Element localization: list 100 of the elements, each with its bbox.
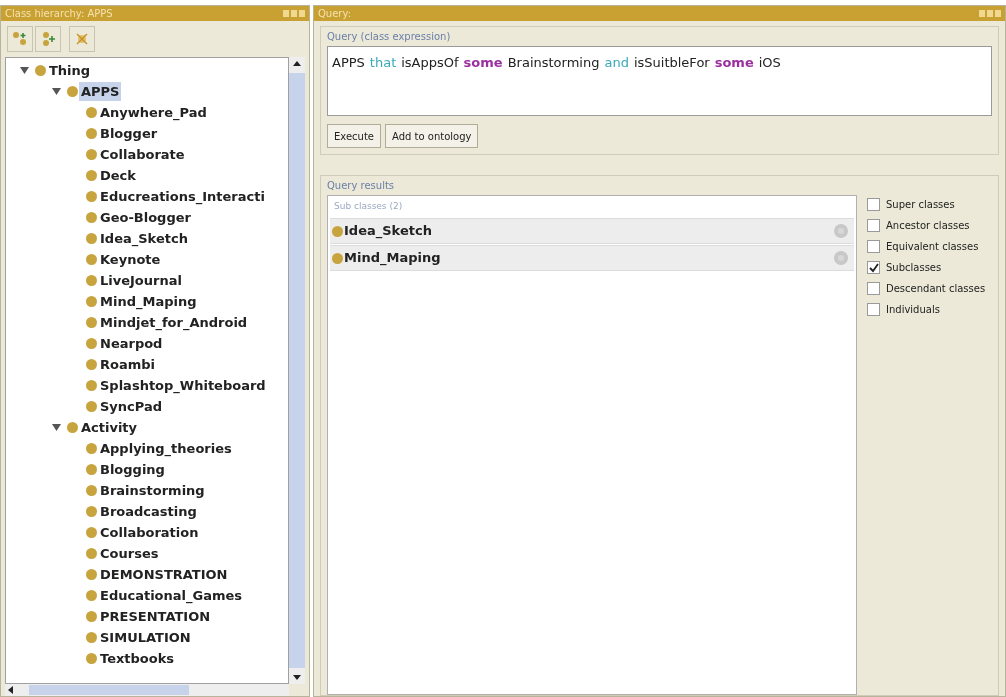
- class-icon: [86, 149, 97, 160]
- query-token: some: [463, 54, 503, 72]
- tree-item[interactable]: Keynote: [98, 249, 163, 270]
- query-token: some: [714, 54, 754, 72]
- tree-item[interactable]: Activity: [79, 417, 140, 438]
- result-row[interactable]: Idea_Sketch: [330, 218, 854, 244]
- tree-item[interactable]: SyncPad: [98, 396, 165, 417]
- add-subclass-icon: [12, 31, 28, 47]
- tree-item[interactable]: Roambi: [98, 354, 158, 375]
- tree-item[interactable]: Collaboration: [98, 522, 201, 543]
- tree-item[interactable]: Splashtop_Whiteboard: [98, 375, 268, 396]
- tree-item[interactable]: Blogger: [98, 123, 160, 144]
- checkbox-label: Ancestor classes: [886, 219, 970, 233]
- class-icon: [86, 191, 97, 202]
- checkbox-label: Subclasses: [886, 261, 942, 275]
- class-icon: [86, 170, 97, 181]
- group-title: Query (class expression): [327, 30, 452, 44]
- class-icon: [86, 296, 97, 307]
- query-token: isAppsOf: [401, 54, 459, 72]
- class-icon: [86, 443, 97, 454]
- class-icon: [86, 107, 97, 118]
- class-icon: [86, 254, 97, 265]
- tree-item[interactable]: Mind_Maping: [98, 291, 199, 312]
- checkbox[interactable]: [867, 240, 880, 253]
- tree-item[interactable]: Idea_Sketch: [98, 228, 190, 249]
- tree-item[interactable]: Collaborate: [98, 144, 187, 165]
- tree-item[interactable]: Geo-Blogger: [98, 207, 193, 228]
- tree-item[interactable]: Mindjet_for_Android: [98, 312, 250, 333]
- result-label: Idea_Sketch: [344, 222, 433, 241]
- query-button[interactable]: Execute: [327, 124, 381, 148]
- class-icon: [86, 485, 97, 496]
- tree-item[interactable]: Educreations_Interacti: [98, 186, 267, 207]
- class-icon: [86, 590, 97, 601]
- checkbox-label: Descendant classes: [886, 282, 986, 296]
- tree-item[interactable]: Deck: [98, 165, 138, 186]
- tree-item[interactable]: PRESENTATION: [98, 606, 213, 627]
- query-token: isSuitbleFor: [633, 54, 710, 72]
- class-icon: [86, 548, 97, 559]
- class-icon: [86, 464, 97, 475]
- window-controls-icon[interactable]: [979, 9, 1001, 18]
- tree-item[interactable]: LiveJournal: [98, 270, 184, 291]
- class-icon: [86, 653, 97, 664]
- checkbox[interactable]: [867, 198, 880, 211]
- tree-item[interactable]: APPS: [79, 81, 122, 102]
- result-row[interactable]: Mind_Maping: [330, 245, 854, 271]
- tree-item[interactable]: Nearpod: [98, 333, 165, 354]
- class-icon: [86, 317, 97, 328]
- tree-item[interactable]: Textbooks: [98, 648, 177, 669]
- checkbox-label: Equivalent classes: [886, 240, 979, 254]
- info-circle-icon[interactable]: [834, 251, 848, 265]
- info-circle-icon[interactable]: [834, 224, 848, 238]
- class-icon: [86, 506, 97, 517]
- class-icon: [86, 212, 97, 223]
- delete-class-icon: [74, 31, 90, 47]
- delete-class-button[interactable]: [69, 26, 95, 52]
- query-token: iOS: [758, 54, 781, 72]
- horizontal-scrollbar-thumb[interactable]: [29, 685, 189, 695]
- class-icon: [67, 86, 78, 97]
- query-token: that: [369, 54, 397, 72]
- tree-item[interactable]: Broadcasting: [98, 501, 199, 522]
- horizontal-scrollbar[interactable]: [5, 684, 289, 696]
- checkbox[interactable]: [867, 303, 880, 316]
- expanded-arrow-icon[interactable]: [52, 423, 61, 432]
- window-controls-icon[interactable]: [283, 9, 305, 18]
- class-icon: [86, 401, 97, 412]
- query-button[interactable]: Add to ontology: [385, 124, 479, 148]
- tree-item[interactable]: SIMULATION: [98, 627, 193, 648]
- tree-item[interactable]: Applying_theories: [98, 438, 234, 459]
- class-icon: [35, 65, 46, 76]
- class-icon: [86, 569, 97, 580]
- tree-item[interactable]: DEMONSTRATION: [98, 564, 230, 585]
- class-icon: [86, 611, 97, 622]
- checkbox[interactable]: [867, 282, 880, 295]
- class-icon: [332, 252, 343, 264]
- class-icon: [86, 359, 97, 370]
- tree-item[interactable]: Educational_Games: [98, 585, 245, 606]
- query-token: APPS: [332, 54, 365, 72]
- expanded-arrow-icon[interactable]: [20, 66, 29, 75]
- expanded-arrow-icon[interactable]: [52, 87, 61, 96]
- checkbox[interactable]: [867, 219, 880, 232]
- add-sibling-button[interactable]: [35, 26, 61, 52]
- class-icon: [86, 233, 97, 244]
- query-token: and: [604, 54, 629, 72]
- checkbox[interactable]: [867, 261, 880, 274]
- tree-item[interactable]: Anywhere_Pad: [98, 102, 209, 123]
- query-editor[interactable]: APPS that isAppsOf some Brainstorming and isSuitbleFor some iOS: [327, 46, 992, 116]
- class-icon: [86, 527, 97, 538]
- tree-item[interactable]: Courses: [98, 543, 161, 564]
- tree-item[interactable]: Blogging: [98, 459, 167, 480]
- results-header: Sub classes (2): [333, 200, 404, 214]
- tree-item[interactable]: Brainstorming: [98, 480, 207, 501]
- result-label: Mind_Maping: [344, 249, 442, 268]
- class-icon: [86, 380, 97, 391]
- class-icon: [86, 632, 97, 643]
- add-subclass-button[interactable]: [7, 26, 33, 52]
- class-icon: [332, 225, 343, 237]
- tree-item[interactable]: Thing: [47, 60, 93, 81]
- panel-title: Class hierarchy: APPS: [5, 8, 113, 19]
- checkbox-label: Individuals: [886, 303, 940, 317]
- class-icon: [67, 422, 78, 433]
